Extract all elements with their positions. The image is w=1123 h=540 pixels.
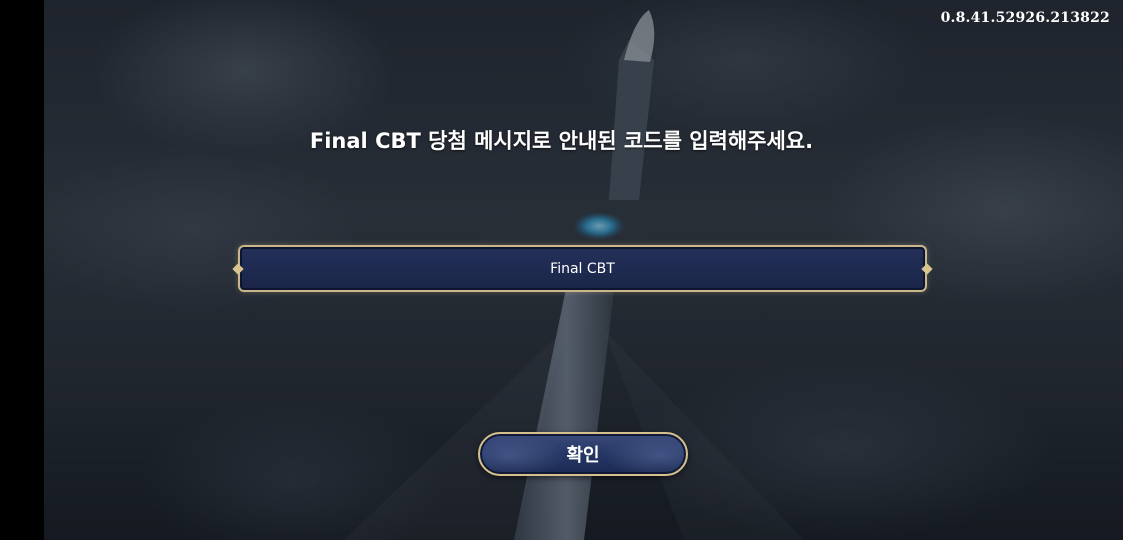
code-entry-instruction: Final CBT 당첨 메시지로 안내된 코드를 입력해주세요.	[309, 129, 814, 153]
cbt-code-entry-screen: 0.8.41.52926.213822 Final CBT 당첨 메시지로 안내…	[0, 0, 1123, 540]
confirm-button[interactable]: 확인	[478, 432, 688, 476]
version-label: 0.8.41.52926.213822	[940, 10, 1110, 26]
code-input-frame	[238, 245, 927, 292]
code-input[interactable]	[240, 246, 925, 291]
left-screen-edge	[0, 0, 44, 540]
